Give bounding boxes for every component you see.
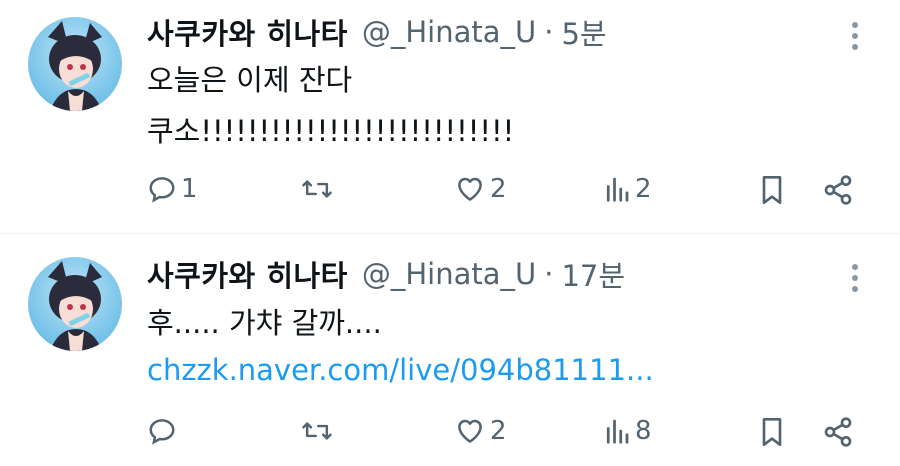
views-button[interactable]: 8: [603, 416, 652, 446]
reply-button[interactable]: [147, 416, 181, 446]
author-handle[interactable]: @_Hinata_U: [362, 257, 536, 291]
separator: ·: [544, 15, 554, 49]
views-count: 2: [635, 174, 652, 204]
tweet[interactable]: 사쿠카와 히나타 @_Hinata_U · 5분 오늘은 이제 잔다 쿠소!!!…: [0, 0, 900, 234]
tweet-header: 사쿠카와 히나타 @_Hinata_U · 5분: [147, 11, 607, 53]
separator: ·: [544, 257, 554, 291]
retweet-icon: [301, 174, 333, 204]
tweet[interactable]: 사쿠카와 히나타 @_Hinata_U · 17분 후..... 가챠 갈까..…: [0, 234, 900, 466]
avatar[interactable]: [28, 257, 122, 351]
views-icon: [603, 416, 631, 446]
reply-icon: [147, 174, 177, 204]
more-vertical-icon[interactable]: [850, 22, 860, 50]
author-name[interactable]: 사쿠카와 히나타: [147, 253, 348, 295]
tweet-text-line: 오늘은 이제 잔다: [147, 63, 353, 97]
like-count: 2: [490, 174, 507, 204]
like-button[interactable]: 2: [454, 416, 507, 446]
retweet-button[interactable]: [301, 174, 337, 204]
more-vertical-icon[interactable]: [850, 264, 860, 292]
heart-icon: [454, 174, 486, 204]
author-handle[interactable]: @_Hinata_U: [362, 15, 536, 49]
like-button[interactable]: 2: [454, 174, 507, 204]
timestamp[interactable]: 5분: [561, 11, 606, 53]
bookmark-icon: [758, 174, 786, 206]
tweet-link[interactable]: chzzk.naver.com/live/094b81111...: [147, 352, 654, 388]
views-button[interactable]: 2: [603, 174, 652, 204]
bookmark-button[interactable]: [758, 416, 786, 448]
reply-icon: [147, 416, 177, 446]
author-name[interactable]: 사쿠카와 히나타: [147, 11, 348, 53]
avatar[interactable]: [28, 17, 122, 111]
like-count: 2: [490, 416, 507, 446]
reply-count: 1: [181, 174, 198, 204]
heart-icon: [454, 416, 486, 446]
retweet-button[interactable]: [301, 416, 337, 446]
reply-button[interactable]: 1: [147, 174, 198, 204]
tweet-text-line: 후..... 가챠 갈까....: [147, 306, 382, 340]
tweet-text-line: 쿠소!!!!!!!!!!!!!!!!!!!!!!!!!!!: [147, 114, 515, 148]
share-button[interactable]: [822, 416, 854, 448]
share-icon: [822, 174, 854, 206]
share-icon: [822, 416, 854, 448]
views-count: 8: [635, 416, 652, 446]
timestamp[interactable]: 17분: [561, 253, 625, 295]
views-icon: [603, 174, 631, 204]
share-button[interactable]: [822, 174, 854, 206]
bookmark-icon: [758, 416, 786, 448]
retweet-icon: [301, 416, 333, 446]
tweet-header: 사쿠카와 히나타 @_Hinata_U · 17분: [147, 253, 625, 295]
bookmark-button[interactable]: [758, 174, 786, 206]
